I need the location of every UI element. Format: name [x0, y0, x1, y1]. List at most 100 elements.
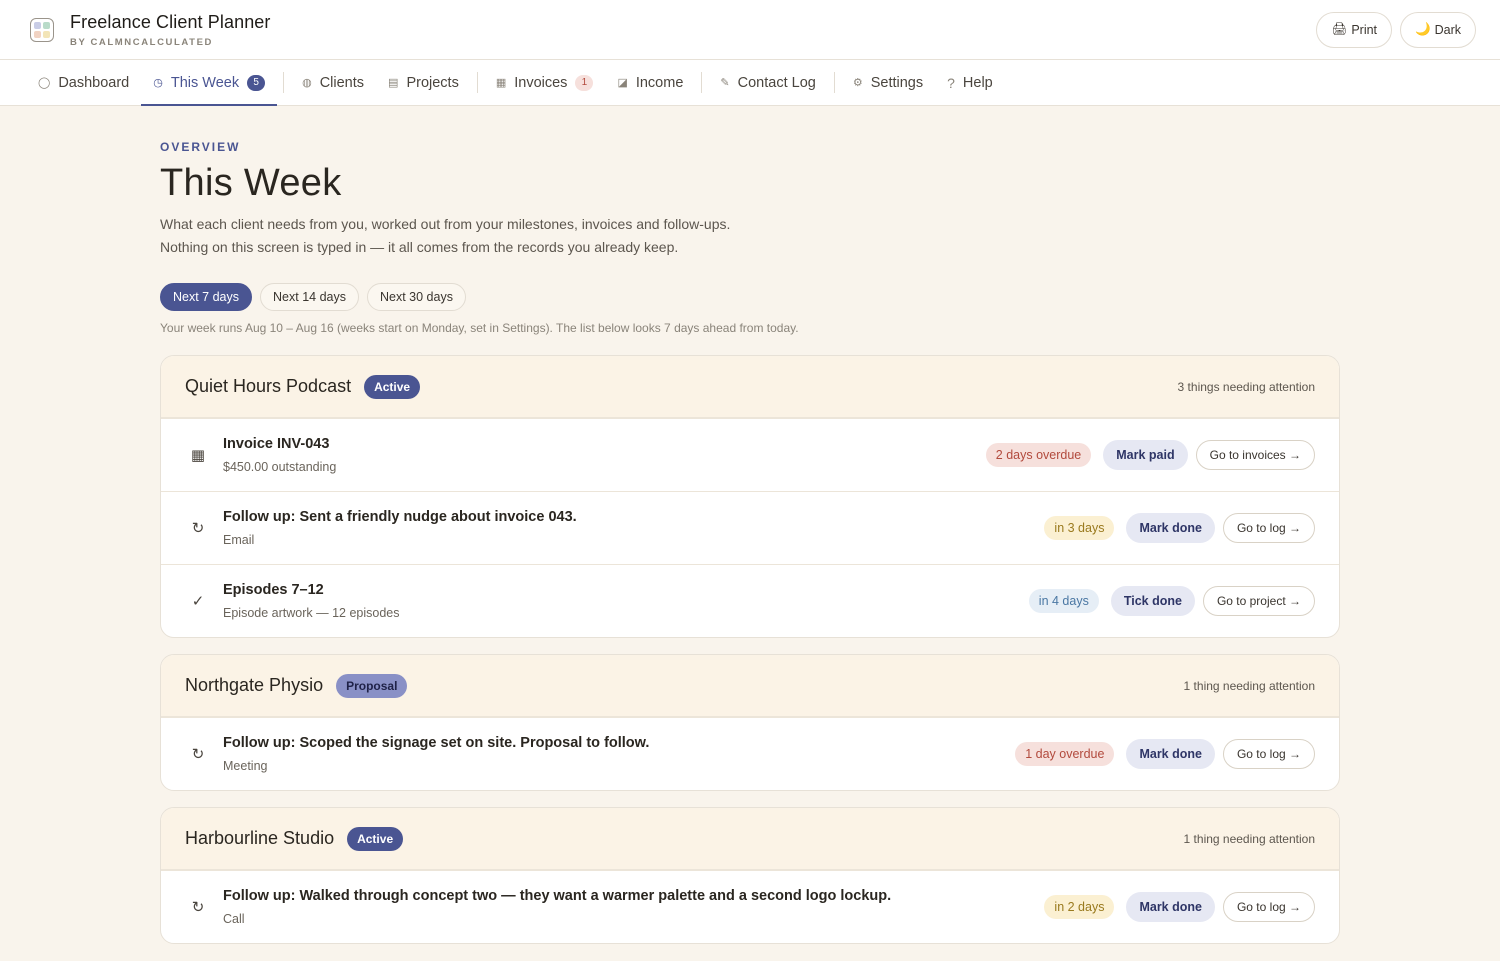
task-row: ↻ Follow up: Walked through concept two … — [161, 870, 1339, 943]
tab-clients[interactable]: ◍ Clients — [290, 60, 376, 105]
refresh-icon: ↻ — [191, 899, 205, 916]
app-title: Freelance Client Planner — [70, 11, 271, 32]
task-title: Follow up: Sent a friendly nudge about i… — [223, 509, 577, 525]
refresh-icon: ↻ — [191, 520, 205, 537]
client-card-header: Harbourline Studio Active 1 thing needin… — [161, 808, 1339, 870]
status-badge: Active — [347, 826, 404, 851]
tab-contact-log[interactable]: ✎ Contact Log — [708, 60, 827, 105]
tab-label: This Week — [170, 74, 240, 91]
brand: Freelance Client Planner BY CALMNCALCULA… — [30, 12, 271, 48]
range-selector: Next 7 days Next 14 days Next 30 days — [160, 283, 1340, 311]
due-badge: in 2 days — [1044, 895, 1115, 919]
check-icon: ✓ — [191, 593, 205, 610]
client-name: Harbourline Studio — [185, 828, 335, 848]
tab-dashboard[interactable]: ◯ Dashboard — [26, 60, 141, 105]
tab-help[interactable]: ? Help — [935, 60, 1005, 105]
moon-icon: 🌙 — [1415, 22, 1431, 36]
client-card: Harbourline Studio Active 1 thing needin… — [160, 807, 1340, 944]
this-week-count-badge: 5 — [247, 74, 266, 91]
dashboard-icon: ◯ — [38, 77, 51, 89]
go-to-log-button[interactable]: Go to log → — [1222, 739, 1315, 769]
client-card-header: Northgate Physio Proposal 1 thing needin… — [161, 655, 1339, 717]
go-to-log-button[interactable]: Go to log → — [1222, 513, 1315, 543]
tab-label: Settings — [870, 74, 924, 91]
page-title: This Week — [160, 162, 342, 204]
task-subtitle: Meeting — [223, 759, 268, 773]
due-badge: 2 days overdue — [985, 443, 1092, 467]
go-to-invoices-button[interactable]: Go to invoices → — [1195, 440, 1315, 470]
attention-count: 1 thing needing attention — [1183, 678, 1315, 693]
printer-icon: 🖨 — [1331, 22, 1348, 36]
tab-label: Invoices — [514, 74, 568, 91]
app-subtitle: BY CALMNCALCULATED — [70, 36, 213, 48]
tick-done-button[interactable]: Tick done — [1110, 586, 1195, 616]
go-to-project-button[interactable]: Go to project → — [1202, 586, 1315, 616]
refresh-icon: ↻ — [191, 746, 205, 763]
client-card-header: Quiet Hours Podcast Active 3 things need… — [161, 356, 1339, 418]
tab-label: Clients — [319, 74, 365, 91]
task-row: ↻ Follow up: Scoped the signage set on s… — [161, 717, 1339, 790]
income-icon: ◪ — [617, 77, 628, 89]
invoices-count-badge: 1 — [575, 74, 594, 91]
attention-count: 1 thing needing attention — [1183, 831, 1315, 846]
due-badge: 1 day overdue — [1015, 742, 1115, 766]
tab-income[interactable]: ◪ Income — [605, 60, 695, 105]
app-logo-icon — [30, 17, 54, 42]
nav-divider — [476, 72, 478, 93]
tab-label: Dashboard — [58, 74, 130, 91]
range-30-days-button[interactable]: Next 30 days — [366, 283, 466, 311]
task-subtitle: Episode artwork — 12 episodes — [223, 606, 400, 620]
tab-invoices[interactable]: ▦ Invoices 1 — [484, 60, 606, 105]
tab-this-week[interactable]: ◷ This Week 5 — [141, 60, 277, 106]
task-row: ▦ Invoice INV-043 $450.00 outstanding 2 … — [161, 418, 1339, 491]
range-14-days-button[interactable]: Next 14 days — [260, 283, 359, 311]
main-content: OVERVIEW This Week What each client need… — [0, 106, 1500, 944]
go-to-log-button[interactable]: Go to log → — [1222, 892, 1315, 922]
description-line: What each client needs from you, worked … — [160, 216, 731, 232]
tab-label: Income — [635, 74, 684, 91]
print-label: Print — [1351, 22, 1378, 37]
client-card: Quiet Hours Podcast Active 3 things need… — [160, 355, 1340, 638]
main-nav: ◯ Dashboard ◷ This Week 5 ◍ Clients ▤ Pr… — [0, 60, 1500, 106]
task-row: ✓ Episodes 7–12 Episode artwork — 12 epi… — [161, 564, 1339, 637]
mark-paid-button[interactable]: Mark paid — [1103, 440, 1188, 470]
week-note: Your week runs Aug 10 – Aug 16 (weeks st… — [160, 321, 799, 335]
task-title: Episodes 7–12 — [223, 582, 324, 598]
clock-icon: ◷ — [153, 77, 163, 89]
nav-divider — [283, 72, 285, 93]
nav-divider — [701, 72, 703, 93]
mark-done-button[interactable]: Mark done — [1126, 892, 1215, 922]
client-card: Northgate Physio Proposal 1 thing needin… — [160, 654, 1340, 791]
print-button[interactable]: 🖨 Print — [1316, 11, 1393, 48]
task-title: Follow up: Scoped the signage set on sit… — [223, 735, 650, 751]
projects-icon: ▤ — [388, 77, 399, 89]
tab-projects[interactable]: ▤ Projects — [376, 60, 471, 105]
dark-mode-button[interactable]: 🌙 Dark — [1400, 11, 1476, 48]
tab-label: Projects — [406, 74, 459, 91]
task-subtitle: $450.00 outstanding — [223, 460, 337, 474]
page-description: What each client needs from you, worked … — [160, 213, 1340, 259]
range-7-days-button[interactable]: Next 7 days — [160, 283, 253, 311]
invoice-grid-icon: ▦ — [495, 77, 507, 89]
app-header: Freelance Client Planner BY CALMNCALCULA… — [0, 0, 1500, 60]
mark-done-button[interactable]: Mark done — [1126, 739, 1215, 769]
task-subtitle: Email — [223, 533, 255, 547]
mark-done-button[interactable]: Mark done — [1126, 513, 1215, 543]
due-badge: in 4 days — [1028, 589, 1099, 613]
help-icon: ? — [947, 74, 955, 91]
invoice-icon: ▦ — [190, 447, 206, 464]
nav-divider — [833, 72, 835, 93]
tab-label: Contact Log — [737, 74, 816, 91]
task-subtitle: Call — [223, 912, 245, 926]
task-row: ↻ Follow up: Sent a friendly nudge about… — [161, 491, 1339, 564]
tab-label: Help — [962, 74, 993, 91]
pencil-icon: ✎ — [720, 77, 730, 89]
client-name: Northgate Physio — [185, 675, 324, 695]
status-badge: Proposal — [336, 673, 408, 698]
clients-icon: ◍ — [302, 77, 312, 89]
tab-settings[interactable]: ⚙ Settings — [841, 60, 935, 105]
gear-icon: ⚙ — [852, 77, 863, 89]
task-title: Follow up: Walked through concept two — … — [223, 888, 892, 904]
dark-label: Dark — [1434, 22, 1461, 37]
status-badge: Active — [364, 374, 421, 399]
